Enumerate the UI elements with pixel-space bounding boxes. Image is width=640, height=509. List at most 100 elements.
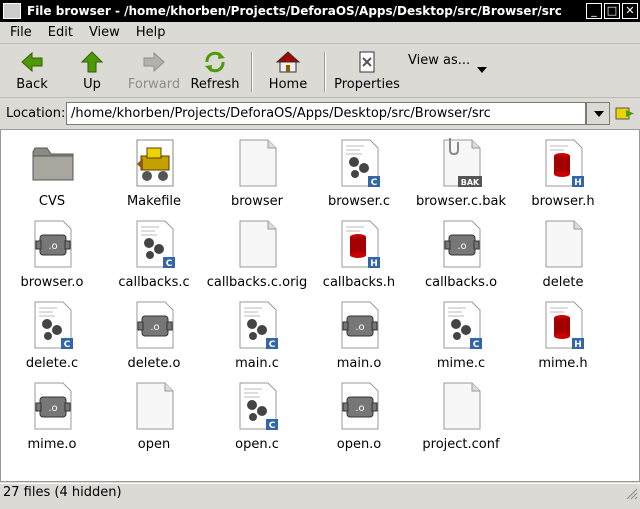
file-item[interactable]: callbacks.c.orig [206, 215, 308, 293]
file-name: project.conf [422, 437, 500, 452]
menu-view[interactable]: View [79, 25, 126, 40]
window-bottom-frame [0, 501, 640, 509]
view-as-dropdown-icon[interactable] [477, 67, 487, 73]
c-header-file-icon: H [542, 300, 586, 350]
home-button[interactable]: Home [264, 48, 312, 96]
file-name: callbacks.c [118, 275, 190, 290]
location-bar: Location: /home/khorben/Projects/DeforaO… [0, 99, 640, 129]
c-header-file-icon: H [542, 138, 586, 188]
svg-text:C: C [473, 340, 480, 350]
file-item[interactable]: Ccallbacks.c [103, 215, 205, 293]
blank-file-icon [236, 219, 280, 269]
object-file-icon: .o [133, 300, 177, 350]
status-text: 27 files (4 hidden) [3, 485, 122, 500]
file-item[interactable]: project.conf [410, 377, 512, 455]
properties-icon [359, 51, 375, 73]
file-item[interactable]: open [103, 377, 205, 455]
location-input[interactable]: /home/khorben/Projects/DeforaOS/Apps/Des… [66, 102, 586, 125]
window-title: File browser - /home/khorben/Projects/De… [27, 4, 562, 18]
file-item[interactable]: .o main.o [308, 296, 410, 374]
file-name: browser.h [531, 194, 595, 209]
maximize-button[interactable]: □ [604, 3, 620, 19]
file-item[interactable]: .o open.o [308, 377, 410, 455]
view-as-menu[interactable]: View as... [408, 53, 470, 68]
object-file-icon: .o [338, 300, 382, 350]
file-item[interactable]: Copen.c [206, 377, 308, 455]
refresh-button[interactable]: Refresh [188, 48, 242, 96]
view-as-label: View as... [408, 53, 471, 68]
file-item[interactable]: Cmain.c [206, 296, 308, 374]
backup-file-icon: BAK [440, 138, 484, 188]
svg-text:H: H [574, 340, 582, 350]
properties-button[interactable]: Properties [334, 48, 400, 96]
back-button[interactable]: Back [8, 48, 56, 96]
svg-text:.o: .o [457, 241, 466, 252]
file-item[interactable]: browser [206, 134, 308, 212]
file-name: callbacks.h [322, 275, 396, 290]
file-name: open [137, 437, 171, 452]
file-name: callbacks.c.orig [206, 275, 308, 290]
menu-bar: File Edit View Help [0, 22, 640, 44]
file-item[interactable]: .o delete.o [103, 296, 205, 374]
svg-text:.o: .o [355, 403, 364, 414]
file-item[interactable]: BAK browser.c.bak [410, 134, 512, 212]
file-name: CVS [38, 194, 66, 209]
svg-text:C: C [64, 340, 71, 350]
file-item[interactable]: Cmime.c [410, 296, 512, 374]
file-name: browser [230, 194, 283, 209]
file-item[interactable]: Makefile [103, 134, 205, 212]
svg-text:.o: .o [48, 403, 57, 414]
up-label: Up [83, 77, 101, 92]
object-file-icon: .o [31, 219, 75, 269]
file-item[interactable]: .o callbacks.o [410, 215, 512, 293]
svg-text:H: H [370, 259, 378, 269]
menu-file[interactable]: File [0, 25, 38, 40]
close-button[interactable]: ✕ [622, 3, 638, 19]
c-source-file-icon: C [236, 300, 280, 350]
file-name: browser.o [20, 275, 84, 290]
file-item[interactable]: Cbrowser.c [308, 134, 410, 212]
file-item[interactable]: delete [512, 215, 614, 293]
blank-file-icon [133, 381, 177, 431]
file-item[interactable]: .o mime.o [1, 377, 103, 455]
forward-button[interactable]: Forward [126, 48, 182, 96]
svg-text:.o: .o [48, 241, 57, 252]
go-button[interactable] [614, 103, 636, 124]
location-dropdown-button[interactable] [586, 102, 610, 125]
go-icon [615, 107, 634, 120]
file-name: Makefile [126, 194, 182, 209]
c-source-file-icon: C [440, 300, 484, 350]
toolbar: Back Up Forward Refresh Home Properties … [0, 44, 640, 98]
file-name: delete [542, 275, 584, 290]
home-label: Home [268, 77, 308, 92]
file-item[interactable]: Cdelete.c [1, 296, 103, 374]
file-item[interactable]: .o browser.o [1, 215, 103, 293]
file-item[interactable]: CVS [1, 134, 103, 212]
file-name: open.o [336, 437, 382, 452]
file-item[interactable]: Hmime.h [512, 296, 614, 374]
file-name: callbacks.o [424, 275, 498, 290]
menu-edit[interactable]: Edit [38, 25, 79, 40]
file-name: delete.o [127, 356, 181, 371]
window-icon[interactable] [3, 3, 21, 19]
file-name: mime.o [27, 437, 77, 452]
minimize-button[interactable]: _ [586, 3, 602, 19]
menu-help[interactable]: Help [126, 25, 172, 40]
up-button[interactable]: Up [70, 48, 114, 96]
resize-grip-icon[interactable] [624, 486, 638, 500]
file-name: main.o [336, 356, 382, 371]
file-name: mime.c [436, 356, 486, 371]
file-name: open.c [235, 437, 279, 452]
file-icon-view[interactable]: CVS Makefile browser Cbrowser.c BAK browser.c… [0, 129, 640, 482]
file-item[interactable]: Hbrowser.h [512, 134, 614, 212]
blank-file-icon [440, 381, 484, 431]
c-header-file-icon: H [338, 219, 382, 269]
svg-text:.o: .o [355, 322, 364, 333]
file-name: mime.h [538, 356, 588, 371]
chevron-down-icon [594, 111, 604, 117]
svg-text:C: C [269, 421, 276, 431]
c-source-file-icon: C [133, 219, 177, 269]
blank-file-icon [542, 219, 586, 269]
file-item[interactable]: Hcallbacks.h [308, 215, 410, 293]
svg-text:H: H [574, 178, 582, 188]
